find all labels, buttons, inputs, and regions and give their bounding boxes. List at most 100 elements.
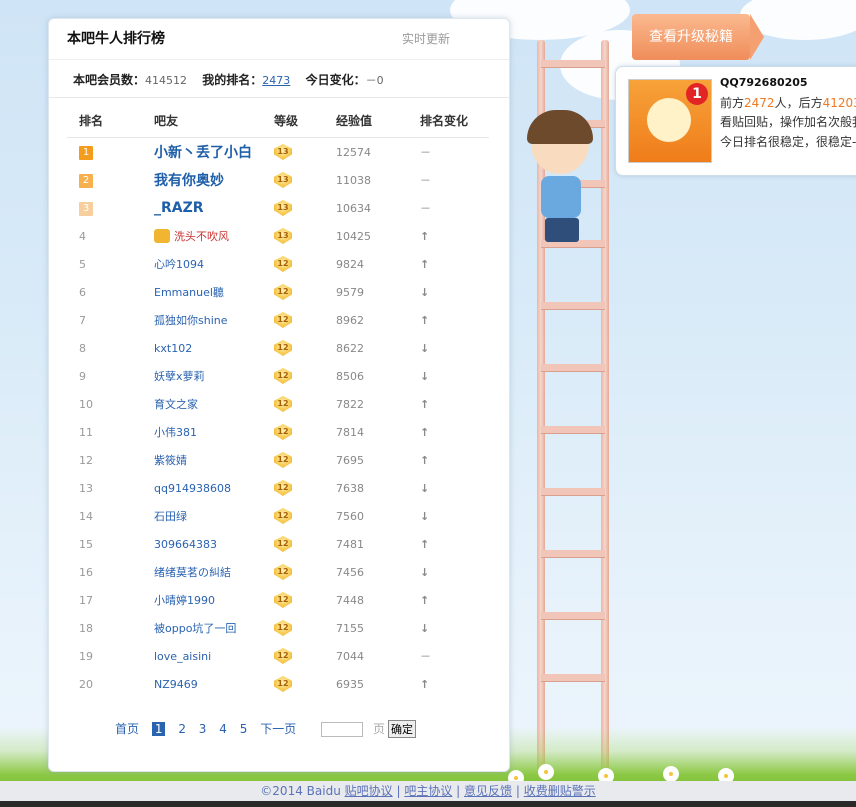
user-name-link[interactable]: 小新丶丢了小白 — [154, 145, 252, 161]
level-number: 13 — [277, 175, 289, 184]
exp-value: 7695 — [336, 453, 364, 467]
user-name-link[interactable]: 心吟1094 — [154, 258, 204, 271]
footer-link-owner-agreement[interactable]: 吧主协议 — [404, 784, 452, 798]
exp-value: 7044 — [336, 649, 364, 663]
user-name-link[interactable]: 洗头不吹风 — [174, 230, 229, 243]
user-name-link[interactable]: qq914938608 — [154, 482, 231, 495]
rank-number: 16 — [79, 565, 93, 579]
rank-up-icon: ↑ — [420, 677, 430, 691]
exp-value: 9579 — [336, 285, 364, 299]
user-name-link[interactable]: NZ9469 — [154, 678, 198, 691]
user-name-link[interactable]: 小伟381 — [154, 426, 197, 439]
level-badge-icon: 12 — [274, 312, 292, 328]
rank-cell: 9 — [67, 362, 154, 390]
level-badge-icon: 12 — [274, 396, 292, 412]
user-name-link[interactable]: love_aisini — [154, 650, 211, 663]
pagination: 首页 1 2 3 4 5 下一页 页确定 — [115, 720, 425, 738]
table-row: 11 小伟381 12 7814 ↑ — [67, 418, 489, 446]
level-cell: 13 — [274, 194, 336, 222]
table-row: 5 心吟1094 12 9824 ↑ — [67, 250, 489, 278]
footer-link-tieba-agreement[interactable]: 贴吧协议 — [345, 784, 393, 798]
table-row: 13 qq914938608 12 7638 ↓ — [67, 474, 489, 502]
rank-cell: 17 — [67, 586, 154, 614]
upgrade-tips-button[interactable]: 查看升级秘籍 — [632, 14, 764, 60]
user-name-link[interactable]: 育文之家 — [154, 398, 198, 411]
level-cell: 13 — [274, 138, 336, 167]
rank-number: 4 — [79, 229, 86, 243]
level-number: 12 — [277, 539, 289, 548]
user-cell: 小新丶丢了小白 — [154, 138, 274, 167]
rank-up-icon: ↑ — [420, 397, 430, 411]
level-cell: 13 — [274, 166, 336, 194]
user-cell: 小晴婷1990 — [154, 586, 274, 614]
page-unit-label: 页 — [373, 722, 386, 736]
user-name-link[interactable]: 309664383 — [154, 538, 217, 551]
exp-value: 7638 — [336, 481, 364, 495]
user-name-link[interactable]: Emmanuel聽 — [154, 286, 224, 299]
user-name-link[interactable]: 妖孽x萝莉 — [154, 370, 205, 383]
rank-number: 11 — [79, 425, 93, 439]
level-number: 12 — [277, 567, 289, 576]
user-cell: qq914938608 — [154, 474, 274, 502]
rank-medal-badge: 3 — [79, 201, 93, 216]
user-cell: 石田绿 — [154, 502, 274, 530]
table-row: 1 小新丶丢了小白 13 12574 － — [67, 138, 489, 167]
first-page-link[interactable]: 首页 — [115, 722, 139, 736]
bar-stats: 本吧会员数：414512 我的排名：2473 今日变化：－0 — [73, 71, 384, 88]
user-name-link[interactable]: 我有你奥妙 — [154, 173, 224, 189]
rank-number: 9 — [79, 369, 86, 383]
level-cell: 12 — [274, 334, 336, 362]
rank-up-icon: ↑ — [420, 537, 430, 551]
user-name-link[interactable]: kxt102 — [154, 342, 192, 355]
footer-link-paid-delete-warning[interactable]: 收费删贴警示 — [524, 784, 596, 798]
page-link[interactable]: 2 — [178, 722, 186, 736]
rank-up-icon: ↑ — [420, 313, 430, 327]
rank-down-icon: ↓ — [420, 285, 430, 299]
page-number-input[interactable] — [321, 722, 364, 737]
next-page-link[interactable]: 下一页 — [260, 722, 296, 736]
level-cell: 12 — [274, 530, 336, 558]
my-rank-link[interactable]: 2473 — [262, 74, 290, 87]
footer-link-feedback[interactable]: 意见反馈 — [464, 784, 512, 798]
page-link-current[interactable]: 1 — [151, 722, 166, 736]
user-name-link[interactable]: 小晴婷1990 — [154, 594, 215, 607]
level-badge-icon: 12 — [274, 536, 292, 552]
go-button[interactable]: 确定 — [388, 720, 417, 738]
exp-value: 8506 — [336, 369, 364, 383]
rank-cell: 6 — [67, 278, 154, 306]
panel-header: 本吧牛人排行榜 实时更新 — [49, 19, 509, 60]
level-badge-icon: 12 — [274, 452, 292, 468]
page-link[interactable]: 5 — [240, 722, 248, 736]
rank-cell: 16 — [67, 558, 154, 586]
user-name-link[interactable]: 被oppo坑了一回 — [154, 622, 236, 635]
today-change-value: －0 — [365, 74, 384, 87]
user-name-link[interactable]: 孤独如你shine — [154, 314, 228, 327]
rank-status-text: 今日排名很稳定，很稳定- — [720, 135, 856, 149]
page-link[interactable]: 4 — [219, 722, 227, 736]
level-badge-icon: 12 — [274, 564, 292, 580]
user-cell: 小伟381 — [154, 418, 274, 446]
rank-cell: 8 — [67, 334, 154, 362]
rank-number: 17 — [79, 593, 93, 607]
page-link[interactable]: 3 — [199, 722, 207, 736]
exp-value: 7155 — [336, 621, 364, 635]
rank-number: 19 — [79, 649, 93, 663]
user-name-link[interactable]: 紫筱婧 — [154, 454, 187, 467]
user-name-link[interactable]: 石田绿 — [154, 510, 187, 523]
user-name-link[interactable]: _RAZR — [154, 200, 204, 216]
level-number: 12 — [277, 371, 289, 380]
level-number: 12 — [277, 623, 289, 632]
exp-value: 7481 — [336, 537, 364, 551]
avatar[interactable]: 1 — [628, 79, 712, 163]
exp-value: 10425 — [336, 229, 371, 243]
level-number: 12 — [277, 315, 289, 324]
user-name-link[interactable]: 绪绪莫茗の糾結 — [154, 566, 231, 579]
user-cell: 被oppo坑了一回 — [154, 614, 274, 642]
level-badge-icon: 13 — [274, 144, 292, 160]
user-cell: 心吟1094 — [154, 250, 274, 278]
rank-cell: 10 — [67, 390, 154, 418]
rank-down-icon: ↓ — [420, 509, 430, 523]
members-count: 414512 — [145, 74, 188, 87]
notification-badge: 1 — [686, 83, 708, 105]
user-name[interactable]: QQ792680205 — [720, 76, 808, 89]
